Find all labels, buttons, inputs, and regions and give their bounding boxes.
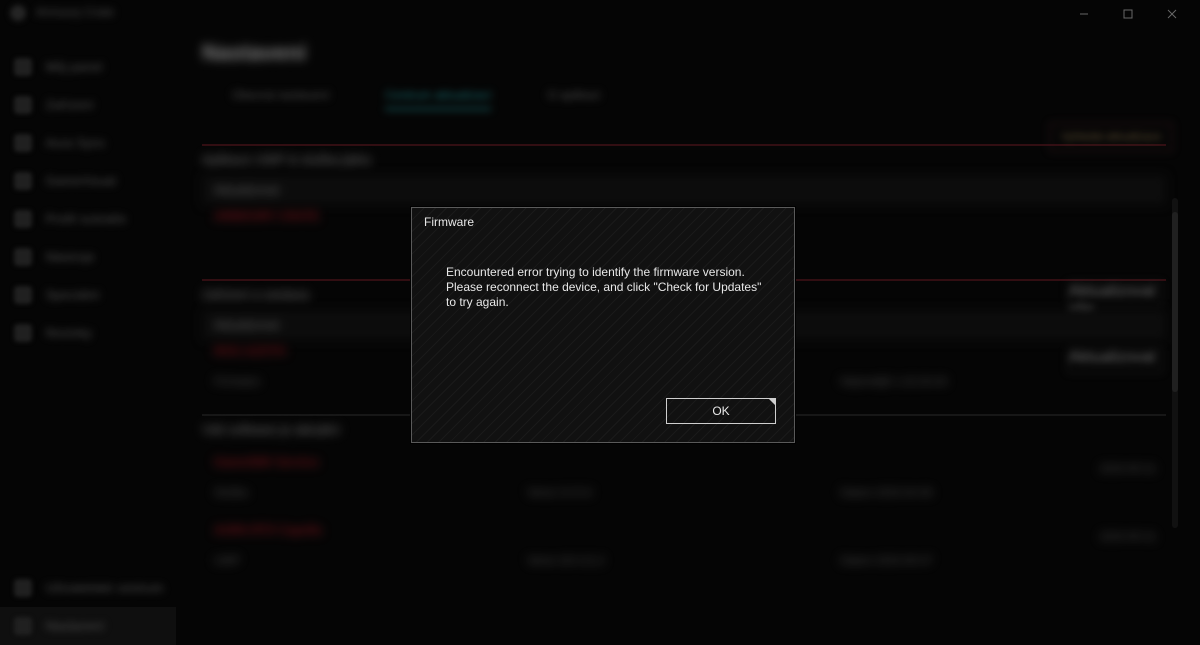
firmware-error-dialog: Firmware Encountered error trying to ide… (411, 207, 795, 443)
dialog-title: Firmware (412, 208, 794, 229)
ok-button[interactable]: OK (666, 398, 776, 424)
dialog-message: Encountered error trying to identify the… (412, 229, 794, 310)
